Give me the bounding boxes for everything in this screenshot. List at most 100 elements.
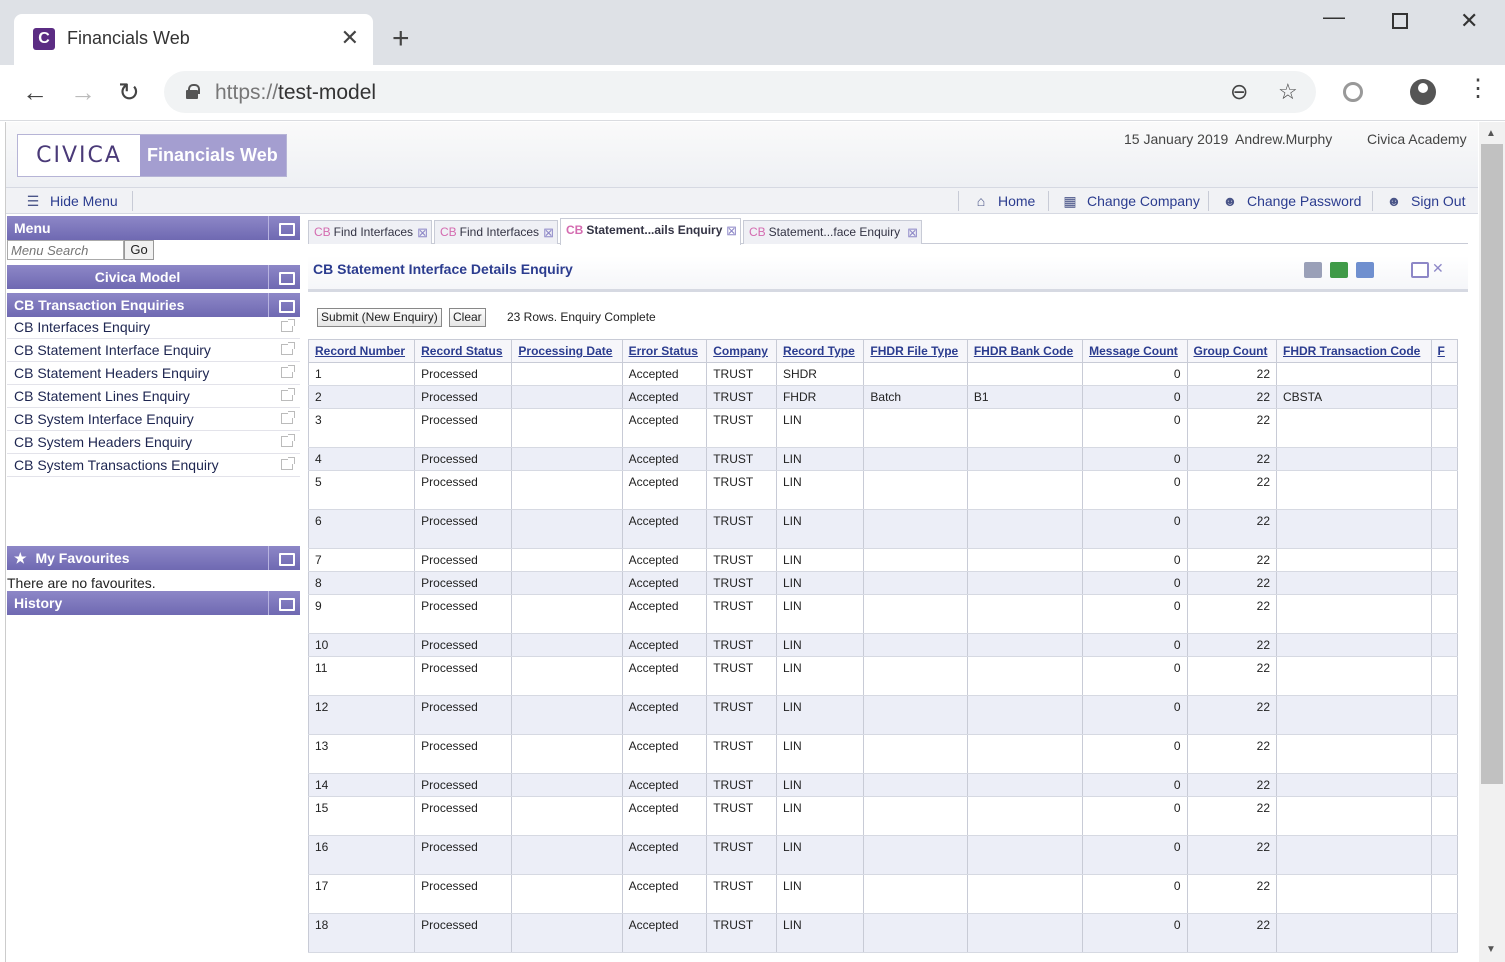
browser-tab[interactable]: C Financials Web ✕ bbox=[14, 14, 373, 65]
close-tab-icon[interactable]: ⊠ bbox=[417, 222, 428, 244]
column-header[interactable]: Error Status bbox=[621, 339, 708, 363]
open-new-window-icon[interactable] bbox=[281, 434, 295, 447]
menu-item[interactable]: CB Statement Lines Enquiry bbox=[7, 385, 300, 408]
content-tab[interactable]: CB Statement...face Enquiry ⊠ bbox=[743, 220, 922, 244]
model-panel-toggle-icon[interactable] bbox=[268, 265, 300, 289]
table-row[interactable]: 7 Processed Accepted TRUST LIN 0 22 bbox=[308, 548, 1458, 572]
table-row[interactable]: 12 Processed Accepted TRUST LIN 0 22 bbox=[308, 695, 1458, 735]
content-tab[interactable]: CB Statement...ails Enquiry ⊠ bbox=[560, 218, 741, 245]
close-tab-icon[interactable]: ⊠ bbox=[726, 220, 737, 242]
close-window-icon[interactable]: ✕ bbox=[1460, 8, 1478, 34]
new-tab-icon[interactable]: + bbox=[392, 24, 410, 54]
column-header[interactable]: Message Count bbox=[1082, 339, 1188, 363]
table-row[interactable]: 15 Processed Accepted TRUST LIN 0 22 bbox=[308, 796, 1458, 836]
column-header[interactable]: Record Type bbox=[775, 339, 865, 363]
forward-arrow-icon[interactable]: → bbox=[70, 77, 96, 107]
open-new-window-icon[interactable] bbox=[281, 365, 295, 378]
menu-item[interactable]: CB System Headers Enquiry bbox=[7, 431, 300, 454]
close-tab-icon[interactable]: ✕ bbox=[341, 26, 359, 50]
table-cell bbox=[1430, 835, 1458, 875]
open-new-window-icon[interactable] bbox=[281, 457, 295, 470]
model-header[interactable]: Civica Model bbox=[7, 265, 300, 289]
table-row[interactable]: 11 Processed Accepted TRUST LIN 0 22 bbox=[308, 656, 1458, 696]
menu-search-input[interactable] bbox=[7, 240, 124, 260]
bookmark-star-icon[interactable]: ☆ bbox=[1278, 79, 1298, 105]
scroll-up-icon[interactable]: ▲ bbox=[1486, 128, 1496, 139]
content-tab[interactable]: CB Find Interfaces ⊠ bbox=[308, 220, 432, 244]
table-row[interactable]: 17 Processed Accepted TRUST LIN 0 22 bbox=[308, 874, 1458, 914]
menu-item[interactable]: CB System Transactions Enquiry bbox=[7, 454, 300, 477]
table-row[interactable]: 9 Processed Accepted TRUST LIN 0 22 bbox=[308, 594, 1458, 634]
minimize-icon[interactable]: — bbox=[1323, 4, 1345, 30]
column-header[interactable]: Group Count bbox=[1186, 339, 1277, 363]
menu-item[interactable]: CB Interfaces Enquiry bbox=[7, 316, 300, 339]
maximize-icon[interactable] bbox=[1392, 13, 1408, 29]
home-button[interactable]: ⌂ Home bbox=[972, 188, 1036, 214]
table-row[interactable]: 16 Processed Accepted TRUST LIN 0 22 bbox=[308, 835, 1458, 875]
reload-icon[interactable]: ↻ bbox=[118, 77, 140, 107]
menu-item[interactable]: CB Statement Headers Enquiry bbox=[7, 362, 300, 385]
table-cell: Accepted bbox=[621, 548, 708, 572]
content-tab[interactable]: CB Find Interfaces ⊠ bbox=[434, 220, 558, 244]
column-header[interactable]: FHDR File Type bbox=[863, 339, 968, 363]
toolbar-divider bbox=[132, 191, 133, 211]
table-row[interactable]: 6 Processed Accepted TRUST LIN 0 22 bbox=[308, 509, 1458, 549]
table-row[interactable]: 10 Processed Accepted TRUST LIN 0 22 bbox=[308, 633, 1458, 657]
open-new-window-icon[interactable] bbox=[281, 388, 295, 401]
column-header[interactable]: Record Status bbox=[414, 339, 513, 363]
change-password-button[interactable]: ☻ Change Password bbox=[1221, 188, 1362, 214]
history-toggle-icon[interactable] bbox=[268, 591, 300, 615]
table-row[interactable]: 8 Processed Accepted TRUST LIN 0 22 bbox=[308, 571, 1458, 595]
table-row[interactable]: 5 Processed Accepted TRUST LIN 0 22 bbox=[308, 470, 1458, 510]
hide-menu-button[interactable]: ☰ Hide Menu bbox=[24, 188, 118, 214]
menu-item[interactable]: CB Statement Interface Enquiry bbox=[7, 339, 300, 362]
favourites-header[interactable]: ★ My Favourites bbox=[7, 546, 300, 570]
column-header[interactable]: Company bbox=[706, 339, 777, 363]
excel-export-icon[interactable] bbox=[1330, 262, 1348, 278]
browser-menu-icon[interactable]: ⋮ bbox=[1466, 77, 1490, 101]
vertical-scrollbar[interactable]: ▲ ▼ bbox=[1479, 122, 1505, 962]
change-company-button[interactable]: ▦ Change Company bbox=[1061, 188, 1199, 214]
filter-icon[interactable] bbox=[1356, 262, 1374, 278]
history-header[interactable]: History bbox=[7, 591, 300, 615]
open-new-window-icon[interactable] bbox=[281, 342, 295, 355]
menu-item[interactable]: CB System Interface Enquiry bbox=[7, 408, 300, 431]
submit-new-enquiry-button[interactable]: Submit (New Enquiry) bbox=[317, 308, 442, 327]
scroll-thumb[interactable] bbox=[1481, 144, 1503, 784]
extension-icon[interactable] bbox=[1343, 82, 1363, 102]
section-header[interactable]: CB Transaction Enquiries bbox=[7, 293, 300, 317]
open-new-window-icon[interactable] bbox=[281, 319, 295, 332]
back-arrow-icon[interactable]: ← bbox=[22, 77, 48, 107]
section-up-icon[interactable] bbox=[268, 293, 300, 317]
close-panel-icon[interactable]: ✕ bbox=[1432, 260, 1444, 277]
print-icon[interactable] bbox=[1304, 262, 1322, 278]
column-header[interactable]: F bbox=[1430, 339, 1458, 363]
url-input[interactable]: https://test-model ⊖ ☆ bbox=[164, 71, 1316, 113]
zoom-out-icon[interactable]: ⊖ bbox=[1230, 79, 1248, 105]
table-row[interactable]: 3 Processed Accepted TRUST LIN 0 22 bbox=[308, 408, 1458, 448]
table-row[interactable]: 1 Processed Accepted TRUST SHDR 0 22 bbox=[308, 362, 1458, 386]
column-header[interactable]: FHDR Bank Code bbox=[966, 339, 1084, 363]
table-row[interactable]: 13 Processed Accepted TRUST LIN 0 22 bbox=[308, 734, 1458, 774]
profile-avatar-icon[interactable] bbox=[1410, 79, 1436, 105]
close-tab-icon[interactable]: ⊠ bbox=[543, 222, 554, 244]
table-row[interactable]: 4 Processed Accepted TRUST LIN 0 22 bbox=[308, 447, 1458, 471]
column-header[interactable]: Processing Date bbox=[511, 339, 623, 363]
close-tab-icon[interactable]: ⊠ bbox=[907, 222, 918, 244]
table-row[interactable]: 18 Processed Accepted TRUST LIN 0 22 bbox=[308, 913, 1458, 953]
maximize-panel-icon[interactable] bbox=[1411, 262, 1429, 278]
column-header[interactable]: FHDR Transaction Code bbox=[1276, 339, 1432, 363]
clear-button[interactable]: Clear bbox=[449, 308, 486, 327]
menu-search-go-button[interactable]: Go bbox=[124, 240, 154, 260]
logo-product: Financials Web bbox=[140, 135, 286, 176]
table-row[interactable]: 14 Processed Accepted TRUST LIN 0 22 bbox=[308, 773, 1458, 797]
open-new-window-icon[interactable] bbox=[281, 411, 295, 424]
table-cell: Processed bbox=[414, 385, 513, 409]
table-cell bbox=[511, 796, 623, 836]
sign-out-button[interactable]: ☻ Sign Out bbox=[1385, 188, 1466, 214]
table-row[interactable]: 2 Processed Accepted TRUST FHDR Batch B1 0 22 CBS… bbox=[308, 385, 1458, 409]
menu-panel-toggle-icon[interactable] bbox=[268, 216, 300, 240]
scroll-down-icon[interactable]: ▼ bbox=[1486, 944, 1496, 955]
column-header[interactable]: Record Number bbox=[308, 339, 416, 363]
favourites-toggle-icon[interactable] bbox=[268, 546, 300, 570]
